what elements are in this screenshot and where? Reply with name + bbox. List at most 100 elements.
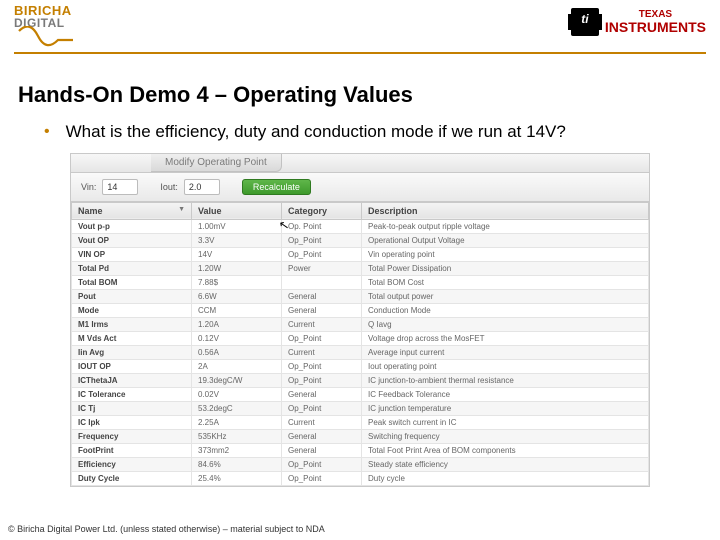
- cell-description: IC junction temperature: [362, 401, 649, 415]
- modify-title: Modify Operating Point: [151, 154, 282, 172]
- table-row[interactable]: IC Tolerance0.02VGeneralIC Feedback Tole…: [72, 387, 649, 401]
- page-title: Hands-On Demo 4 – Operating Values: [18, 82, 720, 108]
- bullet-icon: •: [44, 122, 50, 143]
- recalculate-button[interactable]: Recalculate: [242, 179, 311, 195]
- cell-name: IC Ipk: [72, 415, 192, 429]
- cell-value: 25.4%: [192, 471, 282, 485]
- cell-description: Switching frequency: [362, 429, 649, 443]
- cell-description: Peak-to-peak output ripple voltage: [362, 219, 649, 233]
- cell-name: M Vds Act: [72, 331, 192, 345]
- cell-value: 14V: [192, 247, 282, 261]
- cell-category: General: [282, 289, 362, 303]
- vin-label: Vin:: [81, 182, 96, 192]
- table-row[interactable]: IOUT OP2AOp_PointIout operating point: [72, 359, 649, 373]
- cell-name: Vout p-p: [72, 219, 192, 233]
- table-row[interactable]: IC Tj53.2degCOp_PointIC junction tempera…: [72, 401, 649, 415]
- operating-values-panel: Modify Operating Point Vin: 14 Iout: 2.0…: [70, 153, 650, 487]
- slide-header: BIRICHA DIGITAL tiTEXASINSTRUMENTS: [0, 0, 720, 60]
- cell-category: General: [282, 303, 362, 317]
- cell-category: Op. Point: [282, 219, 362, 233]
- cell-description: Total Power Dissipation: [362, 261, 649, 275]
- table-row[interactable]: Pout6.6WGeneralTotal output power: [72, 289, 649, 303]
- ti-chip-icon: ti: [571, 8, 599, 36]
- cell-category: Op_Point: [282, 247, 362, 261]
- cell-description: Steady state efficiency: [362, 457, 649, 471]
- cell-description: Voltage drop across the MosFET: [362, 331, 649, 345]
- table-row[interactable]: Iin Avg0.56ACurrentAverage input current: [72, 345, 649, 359]
- table-row[interactable]: FootPrint373mm2GeneralTotal Foot Print A…: [72, 443, 649, 457]
- table-row[interactable]: IC Ipk2.25ACurrentPeak switch current in…: [72, 415, 649, 429]
- cell-value: 1.20W: [192, 261, 282, 275]
- sort-icon[interactable]: ▼: [178, 206, 185, 213]
- cell-value: 373mm2: [192, 443, 282, 457]
- col-description[interactable]: Description: [362, 202, 649, 219]
- cell-name: Total BOM: [72, 275, 192, 289]
- cell-description: Average input current: [362, 345, 649, 359]
- cell-value: 84.6%: [192, 457, 282, 471]
- cell-value: 2A: [192, 359, 282, 373]
- cell-category: Op_Point: [282, 401, 362, 415]
- modify-bar: Modify Operating Point: [71, 154, 649, 173]
- cell-value: 53.2degC: [192, 401, 282, 415]
- table-row[interactable]: ModeCCMGeneralConduction Mode: [72, 303, 649, 317]
- biricha-logo: BIRICHA DIGITAL: [14, 4, 72, 29]
- bullet-item: • What is the efficiency, duty and condu…: [44, 122, 720, 143]
- cell-category: [282, 275, 362, 289]
- cell-value: 0.02V: [192, 387, 282, 401]
- cell-category: General: [282, 443, 362, 457]
- cell-value: 0.56A: [192, 345, 282, 359]
- ti-wordmark: TEXASINSTRUMENTS: [605, 10, 706, 34]
- cell-value: 1.20A: [192, 317, 282, 331]
- cell-description: Iout operating point: [362, 359, 649, 373]
- cell-value: 1.00mV: [192, 219, 282, 233]
- cell-description: Total Foot Print Area of BOM components: [362, 443, 649, 457]
- table-row[interactable]: Total Pd1.20WPowerTotal Power Dissipatio…: [72, 261, 649, 275]
- cell-name: Iin Avg: [72, 345, 192, 359]
- ti-logo: tiTEXASINSTRUMENTS: [571, 8, 706, 36]
- cell-category: Op_Point: [282, 471, 362, 485]
- col-value[interactable]: Value: [192, 202, 282, 219]
- cell-value: 3.3V: [192, 233, 282, 247]
- table-row[interactable]: Vout p-p1.00mVOp. PointPeak-to-peak outp…: [72, 219, 649, 233]
- cell-category: Op_Point: [282, 359, 362, 373]
- cell-name: Efficiency: [72, 457, 192, 471]
- table-row[interactable]: Duty Cycle25.4%Op_PointDuty cycle: [72, 471, 649, 485]
- cell-category: Op_Point: [282, 373, 362, 387]
- table-row[interactable]: Total BOM7.88$Total BOM Cost: [72, 275, 649, 289]
- table-row[interactable]: M1 Irms1.20ACurrentQ Iavg: [72, 317, 649, 331]
- cell-value: 0.12V: [192, 331, 282, 345]
- cell-name: Pout: [72, 289, 192, 303]
- cell-name: Duty Cycle: [72, 471, 192, 485]
- table-row[interactable]: Vout OP3.3VOp_PointOperational Output Vo…: [72, 233, 649, 247]
- cell-category: Current: [282, 345, 362, 359]
- cell-name: Vout OP: [72, 233, 192, 247]
- table-row[interactable]: ICThetaJA19.3degC/WOp_PointIC junction-t…: [72, 373, 649, 387]
- cell-value: 7.88$: [192, 275, 282, 289]
- cell-value: CCM: [192, 303, 282, 317]
- cell-name: Mode: [72, 303, 192, 317]
- cell-description: Duty cycle: [362, 471, 649, 485]
- col-name[interactable]: Name▼: [72, 202, 192, 219]
- cell-category: Power: [282, 261, 362, 275]
- cell-category: Op_Point: [282, 457, 362, 471]
- table-row[interactable]: Efficiency84.6%Op_PointSteady state effi…: [72, 457, 649, 471]
- col-category[interactable]: Category: [282, 202, 362, 219]
- cell-name: M1 Irms: [72, 317, 192, 331]
- table-header-row: Name▼ Value Category Description: [72, 202, 649, 219]
- cell-category: General: [282, 429, 362, 443]
- modify-inputs-row: Vin: 14 Iout: 2.0 Recalculate: [71, 173, 649, 202]
- cell-name: IC Tolerance: [72, 387, 192, 401]
- cell-category: Op_Point: [282, 331, 362, 345]
- table-row[interactable]: VIN OP14VOp_PointVin operating point: [72, 247, 649, 261]
- cell-name: IOUT OP: [72, 359, 192, 373]
- cell-name: Total Pd: [72, 261, 192, 275]
- iout-input[interactable]: 2.0: [184, 179, 220, 195]
- table-row[interactable]: M Vds Act0.12VOp_PointVoltage drop acros…: [72, 331, 649, 345]
- cell-value: 6.6W: [192, 289, 282, 303]
- table-row[interactable]: Frequency535KHzGeneralSwitching frequenc…: [72, 429, 649, 443]
- vin-input[interactable]: 14: [102, 179, 138, 195]
- cell-description: Vin operating point: [362, 247, 649, 261]
- cell-description: Operational Output Voltage: [362, 233, 649, 247]
- cell-description: IC Feedback Tolerance: [362, 387, 649, 401]
- iout-label: Iout:: [160, 182, 178, 192]
